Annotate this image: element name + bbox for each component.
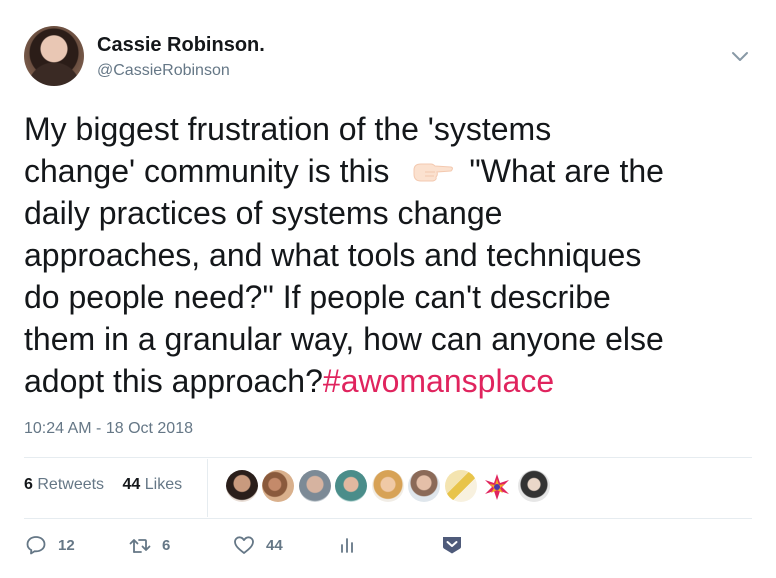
tweet-line: My biggest frustration of the 'systems <box>24 111 552 147</box>
like-button[interactable]: 44 <box>232 533 283 557</box>
retweets-label: Retweets <box>37 476 105 493</box>
like-count: 44 <box>266 536 283 554</box>
liker-avatar[interactable] <box>262 470 294 502</box>
tweet-timestamp[interactable]: 10:24 AM - 18 Oct 2018 <box>24 420 193 438</box>
stats-divider <box>207 459 208 517</box>
tweet-line: them in a granular way, how can anyone e… <box>24 321 664 357</box>
liker-avatar[interactable] <box>226 470 258 502</box>
liker-avatar[interactable] <box>299 470 331 502</box>
retweets-stat[interactable]: 6 Retweets <box>24 476 104 493</box>
likes-label: Likes <box>144 476 183 493</box>
liker-avatar[interactable] <box>445 470 477 502</box>
reply-count: 12 <box>58 536 75 554</box>
liker-avatar[interactable] <box>408 470 440 502</box>
retweet-count: 6 <box>162 536 171 554</box>
likes-count: 44 <box>122 476 141 493</box>
reply-button[interactable]: 12 <box>24 533 75 557</box>
user-avatar[interactable] <box>24 26 84 86</box>
dm-heart-icon <box>443 537 461 554</box>
retweet-icon <box>129 539 151 553</box>
liker-avatar[interactable] <box>335 470 367 502</box>
analytics-icon <box>341 538 353 553</box>
direct-message-button[interactable] <box>440 533 464 557</box>
liker-avatar[interactable] <box>372 470 404 502</box>
tweet-line: approaches, and what tools and technique… <box>24 237 642 273</box>
divider <box>24 457 752 458</box>
tweet-line-part: change' community is this <box>24 153 390 189</box>
likes-stat[interactable]: 44 Likes <box>123 476 183 493</box>
retweets-count: 6 <box>24 476 33 493</box>
liker-avatar[interactable] <box>481 470 513 502</box>
user-handle[interactable]: @CassieRobinson <box>97 62 230 80</box>
analytics-button[interactable] <box>336 533 360 557</box>
tweet-line: daily practices of systems change <box>24 195 503 231</box>
tweet-line: change' community is this "What are the <box>24 150 760 192</box>
retweet-button[interactable]: 6 <box>128 533 170 557</box>
hashtag-link[interactable]: #awomansplace <box>323 363 554 399</box>
chevron-down-icon[interactable] <box>730 50 750 64</box>
liker-avatar[interactable] <box>518 470 550 502</box>
tweet-actions: 12 6 44 <box>24 533 764 563</box>
tweet-line: do people need?" If people can't describ… <box>24 279 611 315</box>
starburst-icon <box>485 474 509 500</box>
like-icon <box>234 536 254 554</box>
tweet-text: My biggest frustration of the 'systems c… <box>24 108 760 402</box>
divider <box>24 518 752 519</box>
tweet-line: adopt this approach?#awomansplace <box>24 360 760 402</box>
reply-icon <box>26 536 46 555</box>
pointing-right-emoji <box>413 163 454 182</box>
user-display-name[interactable]: Cassie Robinson. <box>97 34 265 57</box>
tweet-stats: 6 Retweets 44 Likes <box>24 476 196 494</box>
tweet-line-part: adopt this approach? <box>24 363 323 399</box>
tweet-line-part: "What are the <box>469 153 664 189</box>
